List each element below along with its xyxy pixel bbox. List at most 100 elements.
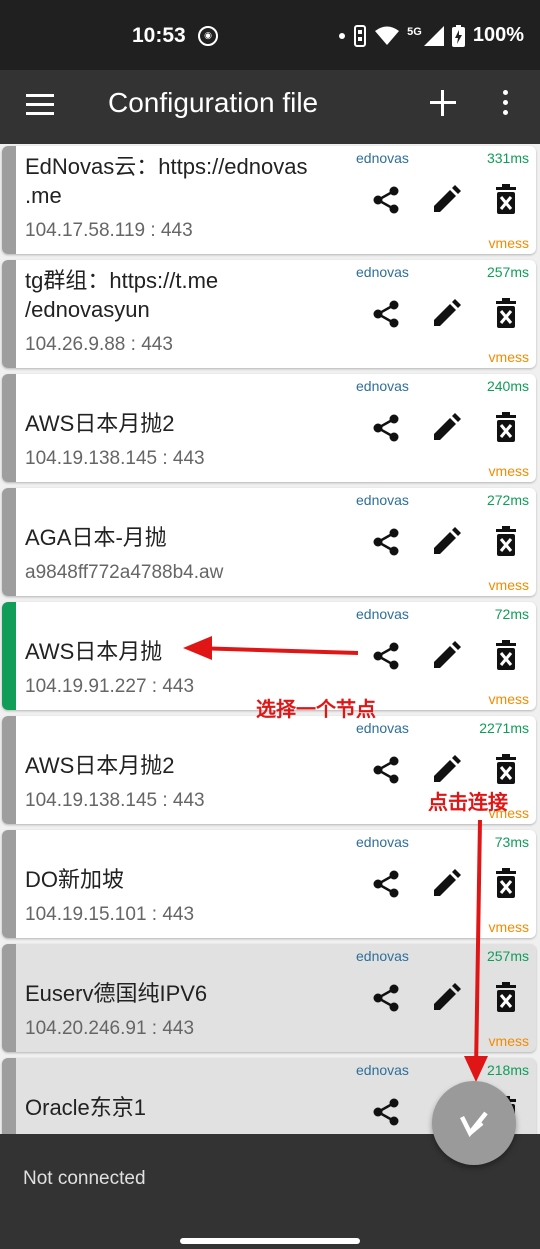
server-protocol: vmess (488, 235, 529, 251)
server-protocol: vmess (488, 691, 529, 707)
delete-icon[interactable] (490, 754, 522, 786)
server-group: ednovas (356, 492, 409, 508)
delete-icon[interactable] (490, 184, 522, 216)
toolbar-title: Configuration file (108, 87, 319, 118)
server-name-line (25, 380, 345, 409)
server-name-line: AWS日本月抛 (25, 639, 163, 664)
app-notification-icon: ◉ (198, 26, 218, 46)
server-group: ednovas (356, 378, 409, 394)
card-indicator (2, 716, 16, 824)
server-address: 104.19.138.145 : 443 (25, 790, 205, 811)
annotation-select-node: 选择一个节点 (256, 697, 376, 721)
delete-icon[interactable] (490, 868, 522, 900)
share-icon[interactable] (370, 298, 402, 330)
home-indicator[interactable] (180, 1238, 360, 1244)
server-card[interactable]: tg群组：https://t.me/ednovasyun 104.26.9.88 … (2, 260, 536, 368)
selected-indicator (2, 602, 16, 710)
server-card[interactable]: AGA日本-月抛 a9848ff772a4788b4.aw ednovas 272ms… (2, 488, 536, 596)
server-group: ednovas (356, 606, 409, 622)
server-name-line: Euserv德国纯IPV6 (25, 981, 208, 1006)
edit-icon[interactable] (430, 184, 462, 216)
card-indicator (2, 830, 16, 938)
edit-icon[interactable] (430, 868, 462, 900)
server-name-line: EdNovas云：https://ednovas (25, 154, 308, 179)
server-group: ednovas (356, 150, 409, 166)
server-card[interactable]: Euserv德国纯IPV6 104.20.246.91 : 443 ednovas 2… (2, 944, 536, 1052)
dot-icon (339, 32, 346, 39)
server-group: ednovas (356, 264, 409, 280)
server-card[interactable]: EdNovas云：https://ednovas .me 104.17.58.119… (2, 146, 536, 254)
server-name-line (25, 836, 345, 865)
vibrate-icon (354, 24, 367, 47)
battery-charging-icon (451, 24, 465, 47)
delete-icon[interactable] (490, 982, 522, 1014)
menu-icon[interactable] (26, 92, 56, 118)
server-name-line: AWS日本月抛2 (25, 411, 175, 436)
server-protocol: vmess (488, 919, 529, 935)
server-name-line: tg群组：https://t.me (25, 268, 219, 293)
server-latency: 331ms (486, 150, 529, 166)
server-card[interactable]: AWS日本月抛2 104.19.138.145 : 443 ednovas 240ms… (2, 374, 536, 482)
server-card[interactable]: DO新加坡 104.19.15.101 : 443 ednovas 73ms vmess (2, 830, 536, 938)
server-name-line: .me (25, 183, 62, 208)
server-name: EdNovas云：https://ednovas .me (25, 152, 345, 210)
card-indicator (2, 944, 16, 1052)
share-icon[interactable] (370, 868, 402, 900)
annotation-click-connect: 点击连接 (428, 790, 508, 814)
card-indicator (2, 374, 16, 482)
delete-icon[interactable] (490, 412, 522, 444)
server-name-line (25, 1064, 345, 1093)
server-name: AWS日本月抛 (25, 608, 345, 666)
server-name-line: DO新加坡 (25, 867, 125, 892)
add-icon[interactable] (430, 90, 456, 116)
server-address: 104.20.246.91 : 443 (25, 1018, 195, 1039)
server-name-line (25, 722, 345, 751)
edit-icon[interactable] (430, 982, 462, 1014)
server-address: 104.19.15.101 : 443 (25, 904, 195, 925)
server-group: ednovas (356, 1062, 409, 1078)
server-latency: 72ms (494, 606, 529, 622)
server-name-line: /ednovasyun (25, 297, 150, 322)
share-icon[interactable] (370, 184, 402, 216)
server-name-line (25, 950, 345, 979)
server-name-line: Oracle东京1 (25, 1095, 147, 1120)
server-address: 104.19.91.227 : 443 (25, 676, 195, 697)
server-latency: 272ms (486, 492, 529, 508)
edit-icon[interactable] (430, 526, 462, 558)
status-bar: 10:53 ◉ 5G 100% (0, 0, 540, 70)
edit-icon[interactable] (430, 298, 462, 330)
delete-icon[interactable] (490, 298, 522, 330)
edit-icon[interactable] (430, 412, 462, 444)
server-address: 104.19.138.145 : 443 (25, 448, 205, 469)
share-icon[interactable] (370, 982, 402, 1014)
share-icon[interactable] (370, 1096, 402, 1128)
share-icon[interactable] (370, 412, 402, 444)
share-icon[interactable] (370, 526, 402, 558)
server-latency: 218ms (486, 1062, 529, 1078)
server-name: AWS日本月抛2 (25, 722, 345, 780)
edit-icon[interactable] (430, 640, 462, 672)
share-icon[interactable] (370, 754, 402, 786)
share-icon[interactable] (370, 640, 402, 672)
edit-icon[interactable] (430, 754, 462, 786)
server-address: a9848ff772a4788b4.aw (25, 562, 224, 583)
server-latency: 257ms (486, 948, 529, 964)
card-indicator (2, 260, 16, 368)
server-address: 104.17.58.119 : 443 (25, 220, 193, 241)
server-latency: 2271ms (479, 720, 529, 736)
delete-icon[interactable] (490, 526, 522, 558)
more-vert-icon[interactable] (500, 88, 510, 118)
connect-button[interactable] (432, 1081, 516, 1165)
server-latency: 73ms (494, 834, 529, 850)
server-name: Oracle东京1 (25, 1064, 345, 1122)
card-indicator (2, 488, 16, 596)
delete-icon[interactable] (490, 640, 522, 672)
server-group: ednovas (356, 948, 409, 964)
server-protocol: vmess (488, 349, 529, 365)
server-latency: 257ms (486, 264, 529, 280)
server-name: AWS日本月抛2 (25, 380, 345, 438)
network-type: 5G (407, 25, 422, 38)
server-name: tg群组：https://t.me/ednovasyun (25, 266, 345, 324)
server-protocol: vmess (488, 577, 529, 593)
signal-icon (423, 25, 444, 46)
